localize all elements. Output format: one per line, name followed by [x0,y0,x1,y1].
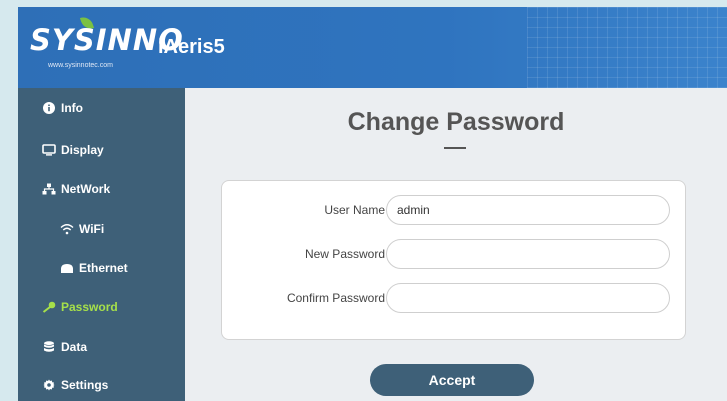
header-grid-pattern [527,7,727,88]
sidebar-item-label: Data [61,340,88,354]
sidebar-item-label: Password [61,300,118,314]
brand-url: www.sysinnotec.com [48,62,113,69]
key-icon [42,301,56,313]
sidebar-item-password[interactable]: Password [18,292,209,322]
password-form-card: User Name New Password Confirm Password [221,180,686,340]
new-password-label: New Password [304,247,385,261]
app-window: SYSINNO www.sysinnotec.com iAeris5 Info … [18,7,727,401]
monitor-icon [42,144,56,156]
username-field[interactable] [386,195,670,225]
sidebar: Info Display NetWork WiFi Ethernet Passw… [18,88,185,401]
confirm-password-field[interactable] [386,283,670,313]
sidebar-item-settings[interactable]: Settings [18,370,209,400]
sidebar-item-label: Ethernet [79,261,128,275]
sidebar-item-label: Info [61,101,83,115]
sidebar-item-data[interactable]: Data [18,332,209,362]
accept-button[interactable]: Accept [370,364,534,396]
main-content: Change Password User Name New Password C… [185,88,727,401]
product-name: iAeris5 [158,36,225,58]
wifi-icon [60,223,74,235]
sidebar-item-label: Display [61,143,104,157]
sidebar-item-label: WiFi [79,222,105,236]
sidebar-item-display[interactable]: Display [18,135,209,165]
confirm-password-label: Confirm Password [286,291,385,305]
sidebar-item-label: Settings [61,378,109,392]
page-title: Change Password [347,108,565,136]
ethernet-icon [60,262,74,274]
header-bar: SYSINNO www.sysinnotec.com iAeris5 [18,7,727,88]
database-icon [42,341,56,353]
username-label: User Name [324,203,385,217]
network-icon [42,183,56,195]
new-password-field[interactable] [386,239,670,269]
gear-icon [42,379,56,391]
sidebar-item-info[interactable]: Info [18,93,209,123]
info-icon [42,102,56,114]
title-underline [444,147,466,149]
sidebar-item-label: NetWork [61,182,111,196]
sidebar-item-network[interactable]: NetWork [18,174,209,204]
